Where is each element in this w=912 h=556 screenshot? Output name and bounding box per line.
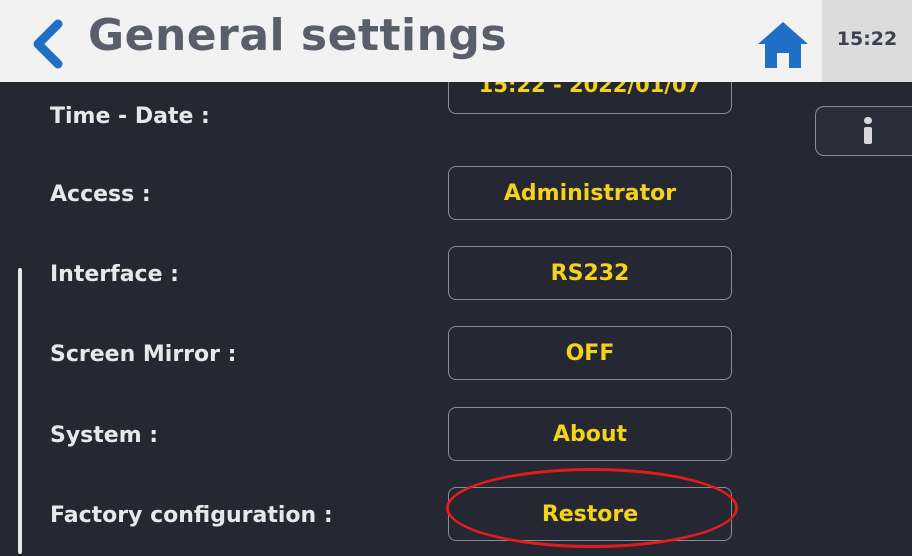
clock-panel: 15:22 xyxy=(822,0,912,82)
factory-configuration-label: Factory configuration : xyxy=(50,503,333,528)
screen-mirror-label: Screen Mirror : xyxy=(50,342,237,367)
factory-restore-button[interactable]: Restore xyxy=(448,487,732,541)
system-label: System : xyxy=(50,423,159,448)
chevron-left-icon xyxy=(33,19,63,69)
access-label: Access : xyxy=(50,182,151,207)
system-about-button[interactable]: About xyxy=(448,407,732,461)
info-button[interactable] xyxy=(815,106,912,156)
page-title: General settings xyxy=(88,10,508,61)
screen-mirror-button[interactable]: OFF xyxy=(448,326,732,380)
back-button[interactable] xyxy=(26,18,70,70)
home-icon xyxy=(758,22,808,68)
interface-button[interactable]: RS232 xyxy=(448,246,732,300)
clock-time: 15:22 xyxy=(836,28,898,50)
access-button[interactable]: Administrator xyxy=(448,166,732,220)
time-date-button[interactable]: 15:22 - 2022/01/07 xyxy=(448,82,732,114)
header-bar: General settings 15:22 xyxy=(0,0,912,82)
interface-label: Interface : xyxy=(50,262,179,287)
scrollbar[interactable] xyxy=(18,268,22,554)
time-date-label: Time - Date : xyxy=(50,104,210,129)
settings-content: Time - Date : 15:22 - 2022/01/07 Access … xyxy=(0,82,912,556)
home-button[interactable] xyxy=(756,20,810,70)
